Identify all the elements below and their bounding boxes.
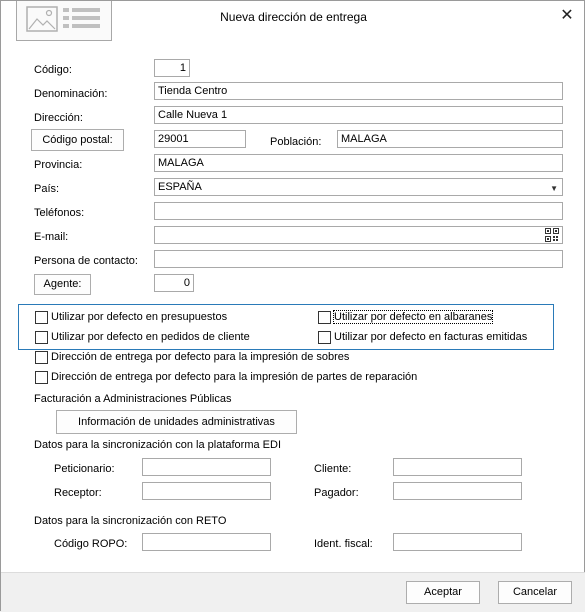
edi-heading: Datos para la sincronización con la plat… xyxy=(34,439,282,451)
direccion-label: Dirección: xyxy=(34,112,83,124)
codigo-label: Código: xyxy=(34,64,72,76)
provincia-label: Provincia: xyxy=(34,159,83,171)
telefonos-field[interactable] xyxy=(154,202,563,220)
poblacion-field[interactable]: MALAGA xyxy=(337,130,563,148)
facturas-checkbox[interactable] xyxy=(318,331,331,344)
persona-contacto-field[interactable] xyxy=(154,250,563,268)
codigo-field[interactable]: 1 xyxy=(154,59,190,77)
pais-label: País: xyxy=(34,183,60,195)
chevron-down-icon[interactable]: ▼ xyxy=(550,182,558,195)
reparacion-label[interactable]: Dirección de entrega por defecto para la… xyxy=(51,371,417,383)
receptor-label: Receptor: xyxy=(54,487,102,499)
administraciones-heading: Facturación a Administraciones Públicas xyxy=(34,393,232,405)
reto-heading: Datos para la sincronización con RETO xyxy=(34,515,227,527)
email-label: E-mail: xyxy=(34,231,69,243)
albaranes-checkbox[interactable] xyxy=(318,311,331,324)
denominacion-label: Denominación: xyxy=(34,88,108,100)
codigo-ropo-field[interactable] xyxy=(142,533,271,551)
poblacion-label: Población: xyxy=(270,136,322,148)
agente-field[interactable]: 0 xyxy=(154,274,194,292)
ident-fiscal-label: Ident. fiscal: xyxy=(314,538,373,550)
reparacion-checkbox[interactable] xyxy=(35,371,48,384)
cancel-button[interactable]: Cancelar xyxy=(498,581,572,604)
dialog-title: Nueva dirección de entrega xyxy=(220,10,367,24)
persona-contacto-label: Persona de contacto: xyxy=(34,255,138,267)
agente-button[interactable]: Agente: xyxy=(34,274,91,295)
codigo-postal-field[interactable]: 29001 xyxy=(154,130,246,148)
peticionario-label: Peticionario: xyxy=(54,463,115,475)
pagador-label: Pagador: xyxy=(314,487,359,499)
pedidos-checkbox[interactable] xyxy=(35,331,48,344)
cliente-label: Cliente: xyxy=(314,463,352,475)
receptor-field[interactable] xyxy=(142,482,271,500)
sobres-label[interactable]: Dirección de entrega por defecto para la… xyxy=(51,351,349,363)
cliente-field[interactable] xyxy=(393,458,522,476)
pais-dropdown[interactable]: ESPAÑA ▼ xyxy=(154,178,563,196)
denominacion-field[interactable]: Tienda Centro xyxy=(154,82,563,100)
sobres-checkbox[interactable] xyxy=(35,351,48,364)
presupuestos-label[interactable]: Utilizar por defecto en presupuestos xyxy=(51,311,227,323)
pais-value: ESPAÑA xyxy=(158,181,202,193)
telefonos-label: Teléfonos: xyxy=(34,207,85,219)
presupuestos-checkbox[interactable] xyxy=(35,311,48,324)
codigo-ropo-label: Código ROPO: xyxy=(54,538,128,550)
unidades-administrativas-button[interactable]: Información de unidades administrativas xyxy=(56,410,297,434)
peticionario-field[interactable] xyxy=(142,458,271,476)
close-icon[interactable]: ✕ xyxy=(557,6,577,26)
pagador-field[interactable] xyxy=(393,482,522,500)
albaranes-label[interactable]: Utilizar por defecto en albaranes xyxy=(332,310,494,324)
email-field[interactable] xyxy=(154,226,563,244)
codigo-postal-button[interactable]: Código postal: xyxy=(31,129,124,151)
ident-fiscal-field[interactable] xyxy=(393,533,522,551)
qr-code-icon[interactable] xyxy=(545,228,559,242)
accept-button[interactable]: Aceptar xyxy=(406,581,480,604)
facturas-label[interactable]: Utilizar por defecto en facturas emitida… xyxy=(334,331,527,343)
direccion-field[interactable]: Calle Nueva 1 xyxy=(154,106,563,124)
dialog-window: Nueva dirección de entrega ✕ Código: 1 D… xyxy=(0,0,585,612)
provincia-field[interactable]: MALAGA xyxy=(154,154,563,172)
pedidos-label[interactable]: Utilizar por defecto en pedidos de clien… xyxy=(51,331,250,343)
